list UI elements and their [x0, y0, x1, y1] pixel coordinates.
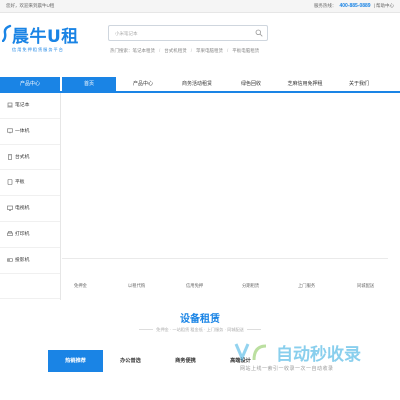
site-logo[interactable]: 晨牛U租 信用免押租赁服务平台 — [2, 18, 84, 58]
greeting-text: 您好，欢迎来到晨牛U租 — [6, 3, 55, 8]
hot-search-label: 热门搜索： — [110, 48, 133, 53]
hot-search: 热门搜索：笔记本租赁 / 台式机租赁 / 苹果电脑租赁 / 平板电脑租赁 — [110, 48, 260, 53]
search-icon[interactable] — [255, 29, 263, 37]
watermark-subtitle: 网站上线一索引一收录一次一自动收录 — [240, 366, 334, 372]
section-title: 设备租赁 — [180, 314, 220, 325]
sidebar-item-tablet[interactable]: 平板 — [0, 170, 60, 197]
feature-credit-free: 信用免押 — [186, 283, 204, 288]
nav-item-about[interactable]: 关于我们 — [332, 77, 386, 91]
watermark-title: 自动秒收录 — [276, 345, 361, 364]
hot-search-item[interactable]: 平板电脑租赁 — [232, 48, 259, 53]
feature-deposit-free: 免押金 — [74, 283, 87, 288]
projector-icon — [7, 257, 13, 262]
laptop-icon — [7, 102, 13, 108]
hot-search-item[interactable]: 台式机租赁 — [164, 48, 187, 53]
nav-item-home[interactable]: 首页 — [62, 77, 116, 91]
section-subtitle: 免押金 · 一站租赁 租金低 · 上门服务 · 同城配送 — [0, 327, 400, 333]
feature-installment: 分期租赁 — [242, 283, 260, 288]
nav-item-business-rental[interactable]: 商务活动租赁 — [170, 77, 224, 91]
sidebar-item-label: 投影机 — [15, 257, 30, 263]
sidebar-item-label: 笔记本 — [15, 103, 30, 108]
feature-rent-to-buy: 以租代购 — [128, 283, 146, 288]
search-box — [108, 25, 268, 41]
hot-search-item[interactable]: 苹果电脑租赁 — [196, 48, 223, 53]
tab-hot[interactable]: 热销推荐 — [48, 350, 103, 372]
section-subtitle-text: 免押金 · 一站租赁 租金低 · 上门服务 · 同城配送 — [156, 327, 244, 332]
sidebar-item-printer[interactable]: 打印机 — [0, 222, 60, 248]
divider — [246, 329, 261, 331]
nav-item-recycling[interactable]: 绿色回收 — [224, 77, 278, 91]
logo-name: 晨牛U租 — [12, 27, 79, 47]
help-center-link[interactable]: 帮助中心 — [376, 3, 394, 8]
topbar-right: 服务热线： 400-885-0889 | 帮助中心 — [313, 3, 394, 9]
tab-business[interactable]: 商务便携 — [158, 350, 213, 372]
printer-icon — [7, 231, 13, 236]
hotline-phone: 400-885-0889 — [339, 3, 371, 9]
all-in-one-icon — [7, 128, 13, 134]
logo-mark-icon — [2, 24, 12, 42]
logo-slogan: 信用免押租赁服务平台 — [12, 47, 64, 52]
nav-item-sesame-credit[interactable]: 芝麻信用免押租 — [278, 77, 332, 91]
sidebar-item-projector[interactable]: 投影机 — [0, 248, 60, 274]
watermark-logo-icon — [234, 343, 267, 362]
sidebar-item-label: 打印机 — [15, 231, 30, 237]
hotline-label: 服务热线： — [313, 3, 337, 8]
category-sidebar: 笔记本 一体机 台式机 平板 电视机 打印机 投影机 — [0, 93, 61, 300]
nav-category-button[interactable]: 产品中心 — [0, 77, 60, 91]
divider — [139, 329, 154, 331]
hot-search-item[interactable]: 笔记本租赁 — [133, 48, 156, 53]
hero-banner[interactable] — [62, 96, 388, 256]
nav-items: 首页 产品中心 商务活动租赁 绿色回收 芝麻信用免押租 关于我们 — [62, 77, 386, 91]
service-features: 免押金 以租代购 信用免押 分期租赁 上门服务 同城配送 — [62, 258, 388, 301]
tab-office[interactable]: 办公普选 — [103, 350, 158, 372]
sidebar-item-label: 电视机 — [15, 206, 30, 212]
top-bar: 您好，欢迎来到晨牛U租 服务热线： 400-885-0889 | 帮助中心 — [0, 0, 400, 13]
feature-onsite-service: 上门服务 — [298, 283, 316, 288]
search-input[interactable] — [109, 26, 255, 40]
sidebar-item-label: 一体机 — [15, 128, 30, 134]
desktop-icon — [8, 153, 12, 160]
sidebar-item-label: 平板 — [15, 180, 25, 186]
sidebar-item-tv[interactable]: 电视机 — [0, 196, 60, 222]
nav-item-products[interactable]: 产品中心 — [116, 77, 170, 91]
main-nav: 产品中心 首页 产品中心 商务活动租赁 绿色回收 芝麻信用免押租 关于我们 — [0, 77, 400, 93]
sidebar-item-laptop[interactable]: 笔记本 — [0, 93, 60, 119]
sidebar-item-all-in-one[interactable]: 一体机 — [0, 119, 60, 145]
sidebar-item-desktop[interactable]: 台式机 — [0, 145, 60, 171]
tv-icon — [7, 205, 13, 211]
sidebar-item-label: 台式机 — [15, 154, 30, 160]
sidebar-item-more[interactable] — [0, 274, 60, 300]
tablet-icon — [7, 179, 13, 186]
watermark: 自动秒收录 网站上线一索引一收录一次一自动收录 — [232, 340, 392, 380]
feature-local-delivery: 同城配送 — [357, 283, 375, 288]
